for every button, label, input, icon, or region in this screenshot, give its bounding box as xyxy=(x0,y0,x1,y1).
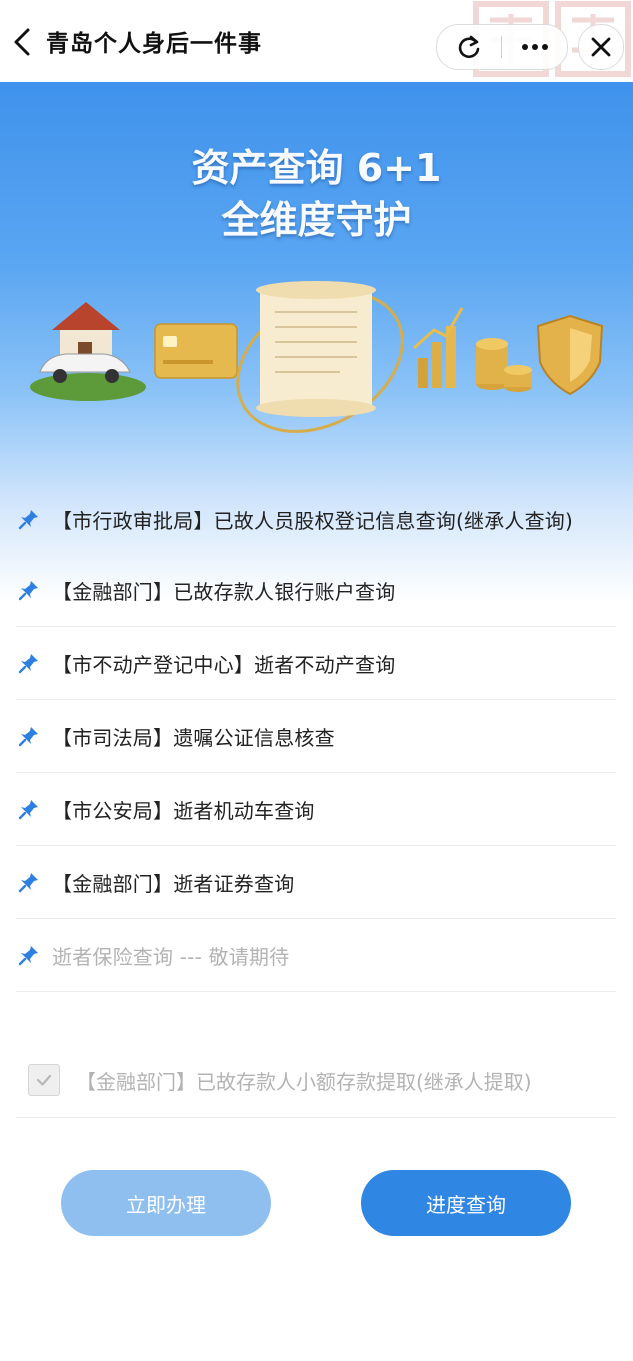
banner-title: 资产查询 6+1 全维度守护 xyxy=(0,142,633,246)
service-item-equity[interactable]: 【市行政审批局】已故人员股权登记信息查询(继承人查询) xyxy=(16,484,616,554)
house-car-icon xyxy=(30,302,146,401)
pin-icon xyxy=(18,654,38,674)
capsule-divider xyxy=(501,36,502,58)
pin-icon xyxy=(18,727,38,747)
service-label: 【市公安局】逝者机动车查询 xyxy=(52,798,315,823)
service-item-real-estate[interactable]: 【市不动产登记中心】逝者不动产查询 xyxy=(16,627,616,700)
withdrawal-label: 【金融部门】已故存款人小额存款提取(继承人提取) xyxy=(76,1069,532,1094)
pin-icon xyxy=(18,946,38,966)
scroll-icon xyxy=(236,281,404,433)
service-item-securities[interactable]: 【金融部门】逝者证券查询 xyxy=(16,846,616,919)
coins-icon xyxy=(476,338,532,392)
pin-icon xyxy=(18,873,38,893)
back-button[interactable] xyxy=(8,24,40,60)
pin-icon xyxy=(18,800,38,820)
small-deposit-withdrawal-row: 【金融部门】已故存款人小额存款提取(继承人提取) xyxy=(16,1043,616,1118)
page-title: 青岛个人身后一件事 xyxy=(46,31,262,57)
service-list: 【市行政审批局】已故人员股权登记信息查询(继承人查询) 【金融部门】已故存款人银… xyxy=(16,484,616,992)
apply-now-button[interactable]: 立即办理 xyxy=(61,1170,271,1236)
bank-card-icon xyxy=(154,323,238,379)
more-dots-icon xyxy=(522,44,548,50)
growth-chart-icon xyxy=(412,307,464,388)
service-item-vehicle[interactable]: 【市公安局】逝者机动车查询 xyxy=(16,773,616,846)
service-item-insurance: 逝者保险查询 --- 敬请期待 xyxy=(16,919,616,992)
service-label: 逝者保险查询 --- 敬请期待 xyxy=(52,944,290,969)
service-label: 【市不动产登记中心】逝者不动产查询 xyxy=(52,652,396,677)
service-label: 【金融部门】逝者证券查询 xyxy=(52,871,295,896)
pin-icon xyxy=(18,581,38,601)
withdrawal-checkbox[interactable] xyxy=(28,1064,60,1096)
service-item-will-notary[interactable]: 【市司法局】遗嘱公证信息核查 xyxy=(16,700,616,773)
mini-app-capsule xyxy=(436,24,568,70)
close-icon xyxy=(591,37,611,57)
pin-icon xyxy=(18,510,38,530)
service-label: 【金融部门】已故存款人银行账户查询 xyxy=(52,579,396,604)
service-label: 【市司法局】遗嘱公证信息核查 xyxy=(52,725,335,750)
refresh-button[interactable] xyxy=(453,33,485,61)
check-icon xyxy=(36,1074,52,1086)
banner-title-line1: 资产查询 6+1 xyxy=(191,146,442,190)
progress-query-button[interactable]: 进度查询 xyxy=(361,1170,571,1236)
top-bar: 青岛个人身后一件事 xyxy=(0,0,633,83)
banner-illustration xyxy=(30,281,604,433)
banner-title-line2: 全维度守护 xyxy=(221,198,412,242)
service-label: 【市行政审批局】已故人员股权登记信息查询(继承人查询) xyxy=(52,508,574,533)
chevron-left-icon xyxy=(14,28,30,56)
more-button[interactable] xyxy=(517,33,553,61)
close-button[interactable] xyxy=(578,24,624,70)
service-item-bank-account[interactable]: 【金融部门】已故存款人银行账户查询 xyxy=(16,554,616,627)
refresh-icon xyxy=(458,35,480,59)
shield-icon xyxy=(536,314,604,396)
